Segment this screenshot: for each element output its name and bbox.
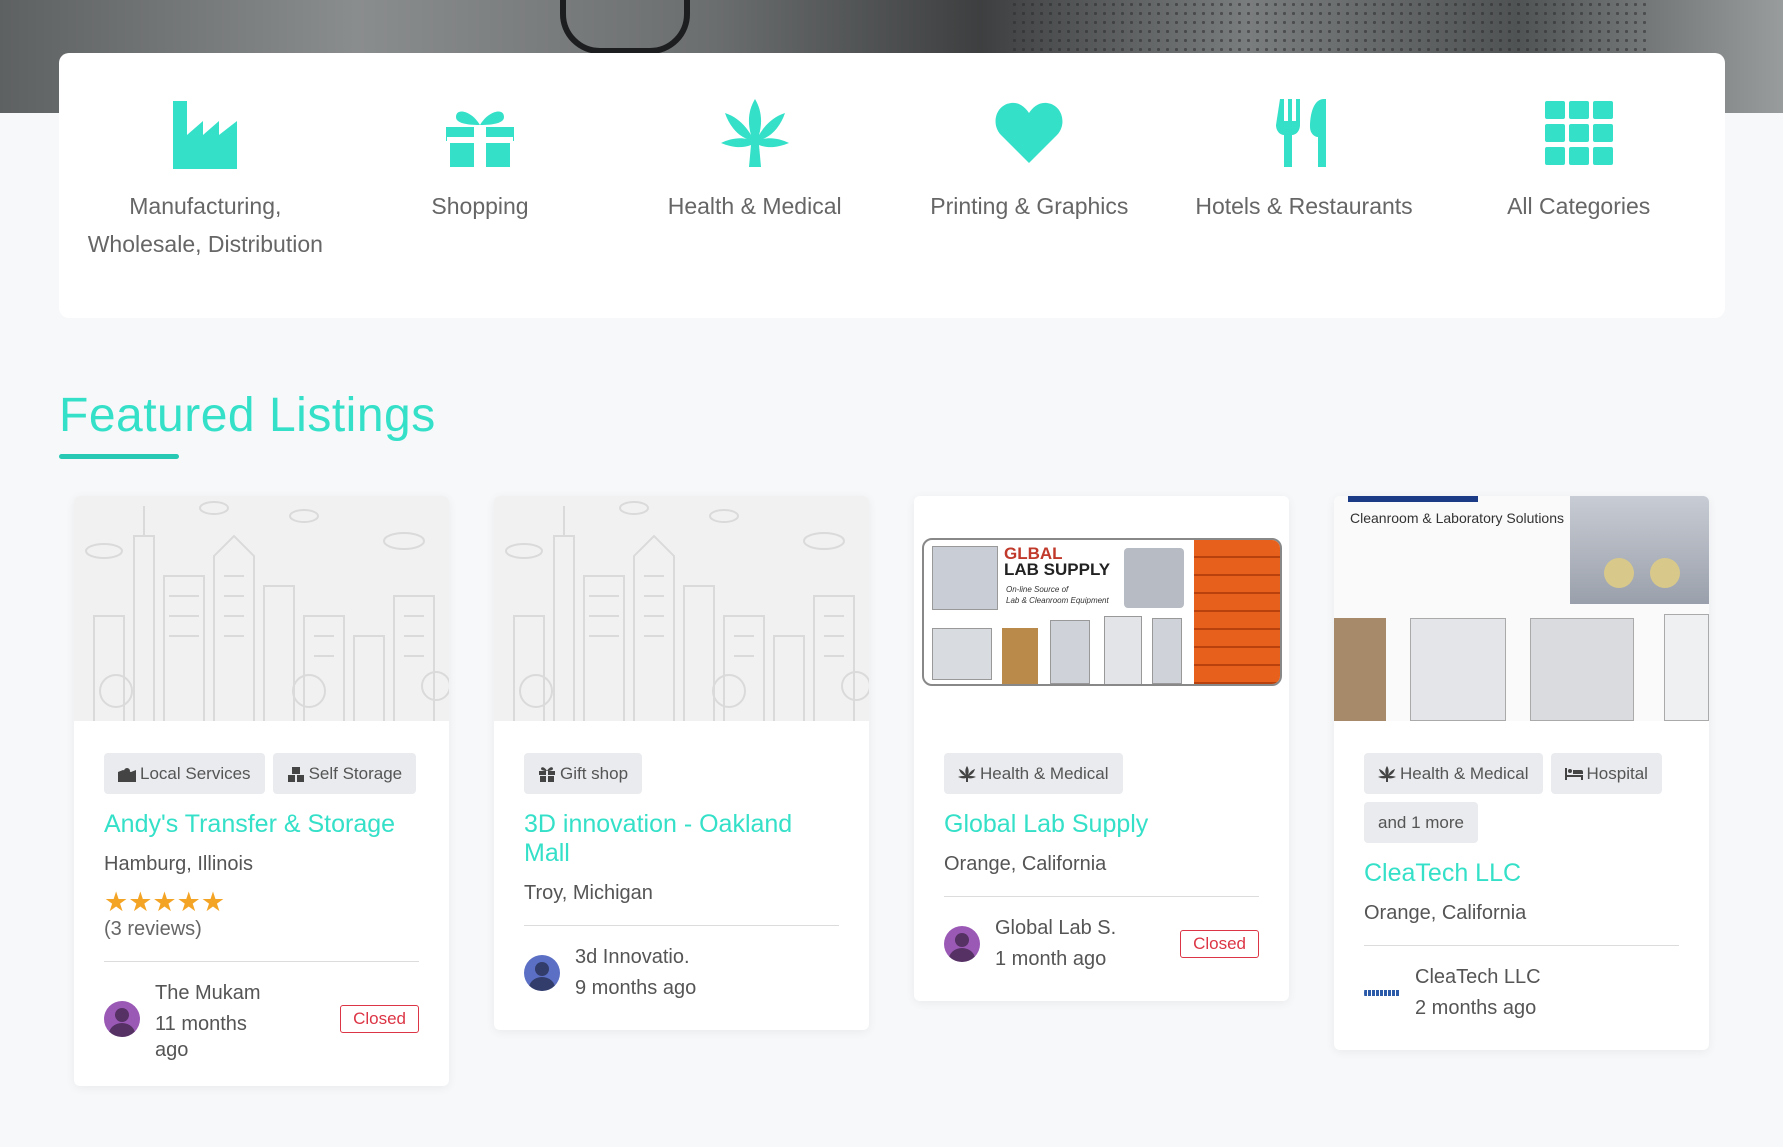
listing-card[interactable]: GLBAL LAB SUPPLY On-line Source of Lab &…: [914, 496, 1289, 1001]
listing-title[interactable]: Andy's Transfer & Storage: [104, 810, 419, 839]
listing-location: Orange, California: [944, 853, 1107, 875]
category-panel: Manufacturing, Wholesale, Distribution S…: [59, 53, 1725, 318]
category-label: Manufacturing, Wholesale, Distribution: [87, 193, 323, 257]
category-manufacturing[interactable]: Manufacturing, Wholesale, Distribution: [68, 53, 343, 318]
listing-location: Hamburg, Illinois: [104, 853, 253, 875]
category-label: Health & Medical: [667, 193, 842, 219]
category-printing-graphics[interactable]: Printing & Graphics: [892, 53, 1167, 318]
utensils-icon: [1268, 97, 1340, 169]
tag-health-medical[interactable]: Health & Medical: [944, 753, 1123, 794]
tag-label: Health & Medical: [1400, 764, 1529, 783]
avatar[interactable]: [1364, 975, 1400, 1011]
cannabis-leaf-icon: [958, 766, 976, 782]
posted-time: 2 months ago: [1415, 997, 1537, 1019]
category-label: All Categories: [1507, 193, 1651, 219]
logo-tagline: On-line Source of: [1006, 585, 1069, 594]
boxes-icon: [287, 767, 304, 782]
listing-image[interactable]: Cleanroom & Laboratory Solutions: [1334, 496, 1709, 721]
listing-card[interactable]: Local Services Self Storage Andy's Trans…: [74, 496, 449, 1086]
category-label: Printing & Graphics: [930, 193, 1129, 219]
posted-time-cont: ago: [155, 1039, 189, 1061]
tag-local-services[interactable]: Local Services: [104, 753, 265, 794]
divider: [944, 896, 1259, 897]
status-badge: Closed: [340, 1005, 419, 1033]
divider: [524, 925, 839, 926]
tag-self-storage[interactable]: Self Storage: [272, 753, 417, 794]
author-name[interactable]: 3d Innovatio.: [575, 942, 696, 973]
posted-time: 9 months ago: [575, 977, 697, 999]
hero-pattern: [1010, 0, 1650, 60]
author-name[interactable]: CleaTech LLC: [1415, 962, 1541, 993]
category-shopping[interactable]: Shopping: [343, 53, 618, 318]
category-all[interactable]: All Categories: [1441, 53, 1716, 318]
divider: [1364, 945, 1679, 946]
category-hotels-restaurants[interactable]: Hotels & Restaurants: [1167, 53, 1442, 318]
posted-time: 11 months: [155, 1013, 247, 1035]
listing-image-placeholder[interactable]: [494, 496, 869, 721]
tag-label: Health & Medical: [980, 764, 1109, 783]
bed-icon: [1564, 768, 1583, 780]
global-lab-logo: GLBAL LAB SUPPLY On-line Source of Lab &…: [922, 538, 1282, 686]
factory-icon: [169, 97, 241, 169]
map-marker-icon: [118, 768, 136, 782]
author-name[interactable]: The Mukam: [155, 978, 261, 1009]
avatar[interactable]: [524, 955, 560, 991]
tag-label: Local Services: [140, 764, 251, 783]
tag-more[interactable]: and 1 more: [1364, 802, 1478, 843]
cannabis-leaf-icon: [1378, 766, 1396, 782]
cannabis-leaf-icon: [719, 97, 791, 169]
tag-label: Hospital: [1586, 764, 1648, 783]
listing-card[interactable]: Cleanroom & Laboratory Solutions Health …: [1334, 496, 1709, 1050]
title-underline: [59, 454, 179, 459]
listing-image-placeholder[interactable]: [74, 496, 449, 721]
grid-icon: [1543, 97, 1615, 169]
listing-image[interactable]: GLBAL LAB SUPPLY On-line Source of Lab &…: [914, 496, 1289, 721]
gift-icon: [539, 767, 555, 782]
tag-gift-shop[interactable]: Gift shop: [524, 753, 643, 794]
featured-listings-title: Featured Listings: [59, 389, 436, 442]
listing-location: Orange, California: [1364, 902, 1527, 924]
tag-hospital[interactable]: Hospital: [1550, 753, 1662, 794]
hero-glasses: [560, 0, 690, 54]
logo-tagline: Lab & Cleanroom Equipment: [1006, 596, 1109, 605]
author-name[interactable]: Global Lab S.: [995, 913, 1116, 944]
tag-label: Self Storage: [308, 764, 403, 783]
status-badge: Closed: [1180, 930, 1259, 958]
listing-card[interactable]: Gift shop 3D innovation - Oakland Mall T…: [494, 496, 869, 1030]
avatar[interactable]: [104, 1001, 140, 1037]
rating-stars: ★★★★★: [104, 887, 226, 917]
review-count: (3 reviews): [104, 918, 202, 940]
category-label: Shopping: [431, 193, 529, 219]
tag-health-medical[interactable]: Health & Medical: [1364, 753, 1543, 794]
logo-text: LAB SUPPLY: [1004, 560, 1111, 579]
heart-icon: [993, 97, 1065, 169]
posted-time: 1 month ago: [995, 948, 1107, 970]
tag-label: Gift shop: [560, 764, 629, 783]
listing-title[interactable]: CleaTech LLC: [1364, 859, 1679, 888]
image-tagline: Cleanroom & Laboratory Solutions: [1350, 510, 1565, 526]
divider: [104, 961, 419, 962]
tag-label: and 1 more: [1378, 813, 1464, 832]
gift-icon: [444, 97, 516, 169]
avatar[interactable]: [944, 926, 980, 962]
listing-title[interactable]: Global Lab Supply: [944, 810, 1259, 839]
category-health-medical[interactable]: Health & Medical: [617, 53, 892, 318]
listing-title[interactable]: 3D innovation - Oakland Mall: [524, 810, 839, 868]
category-label: Hotels & Restaurants: [1195, 193, 1413, 219]
listing-location: Troy, Michigan: [524, 882, 653, 904]
